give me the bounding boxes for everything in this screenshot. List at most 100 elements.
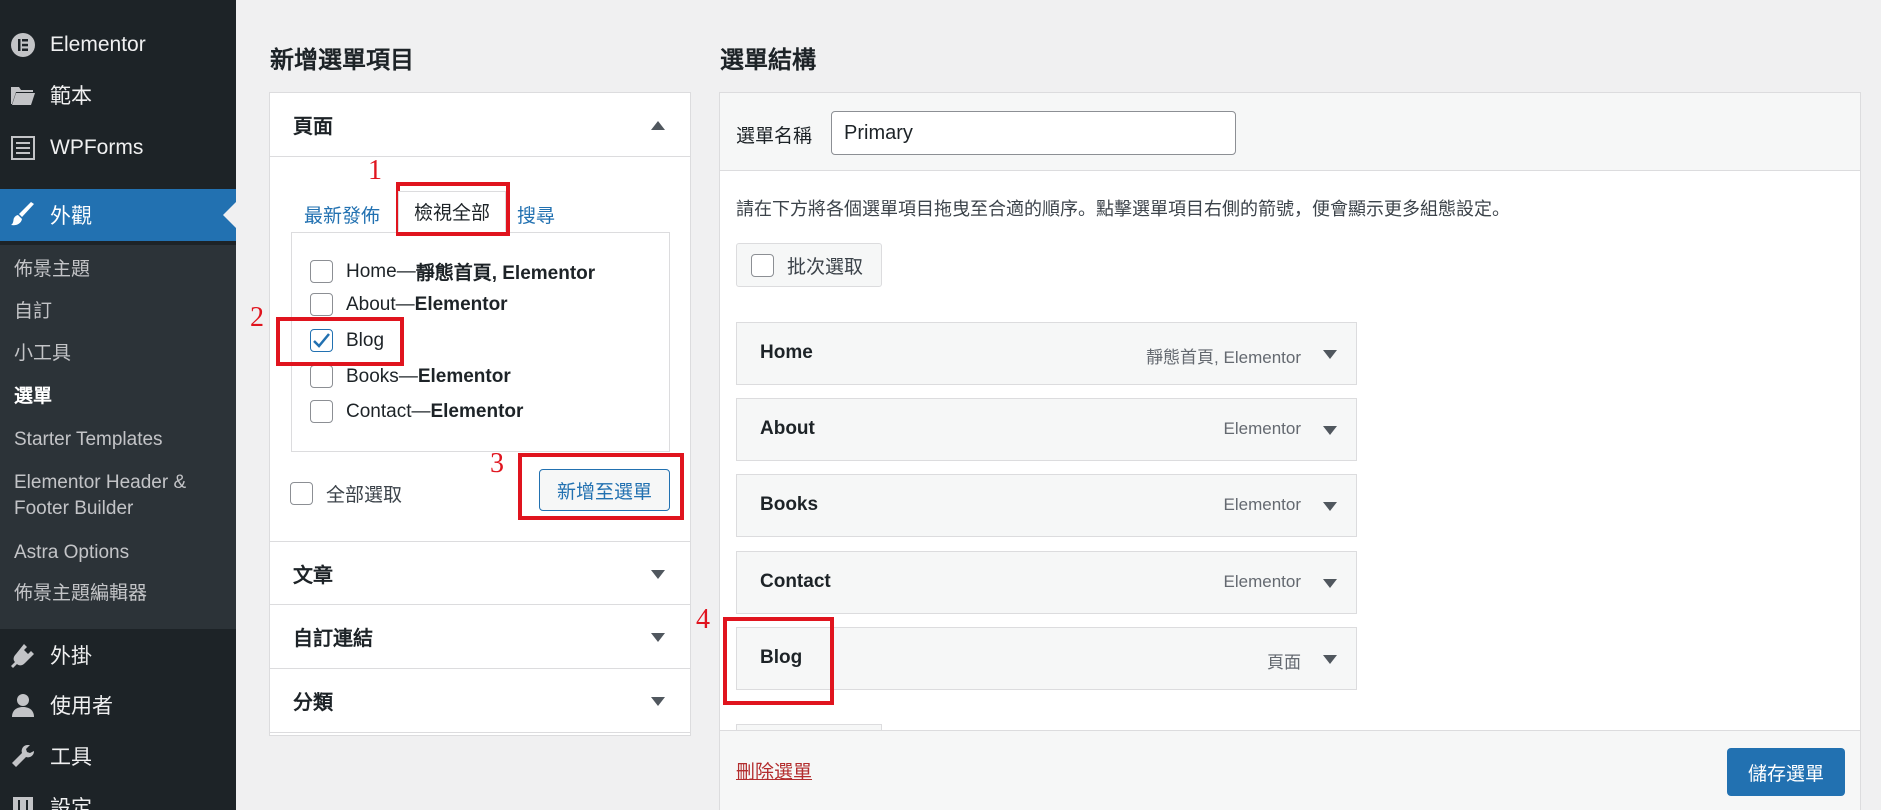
tab-most-recent[interactable]: 最新發佈 <box>304 201 380 228</box>
select-all-label: 全部選取 <box>326 485 403 506</box>
page-item-home[interactable]: Home — 靜態首頁, Elementor <box>310 258 595 285</box>
wpforms-icon <box>9 134 37 162</box>
page-name: Books <box>346 365 399 387</box>
menu-item-type: Elementor <box>1223 495 1301 514</box>
accordion-title: 自訂連結 <box>293 628 373 650</box>
sidebar-item-templates[interactable]: 範本 <box>0 70 236 120</box>
sidebar-item-label: Elementor <box>50 33 146 56</box>
accordion-posts-header[interactable]: 文章 <box>270 541 690 605</box>
elementor-icon <box>9 31 37 59</box>
menu-item-about[interactable]: About Elementor <box>736 398 1357 461</box>
sidebar-item-users[interactable]: 使用者 <box>0 680 236 730</box>
page-item-books[interactable]: Books — Elementor <box>310 365 511 388</box>
checkbox[interactable] <box>310 400 333 423</box>
accordion-pages-header[interactable]: 頁面 <box>270 93 690 157</box>
bulk-select-label: 批次選取 <box>787 256 864 278</box>
admin-sidebar: Elementor 範本 WPForms 外觀 佈景主題 自訂 小工具 選單 S… <box>0 0 236 810</box>
add-menu-items-heading: 新增選單項目 <box>270 47 414 74</box>
annotation-number: 4 <box>696 604 710 635</box>
menu-item-title: Home <box>760 342 813 363</box>
settings-icon <box>9 793 37 810</box>
sidebar-item-label: 外掛 <box>50 645 92 668</box>
submenu-item-starter-templates[interactable]: Starter Templates <box>14 427 224 453</box>
accordion-title: 文章 <box>293 564 333 587</box>
annotation-number: 1 <box>368 155 382 186</box>
chevron-down-icon <box>651 697 665 706</box>
submenu-item-customize[interactable]: 自訂 <box>14 299 224 325</box>
sidebar-item-plugins[interactable]: 外掛 <box>0 630 236 680</box>
checkbox[interactable] <box>310 260 333 283</box>
separator: — <box>398 365 418 387</box>
paintbrush-icon <box>9 201 37 229</box>
menu-item-books[interactable]: Books Elementor <box>736 474 1357 537</box>
chevron-down-icon[interactable] <box>1323 579 1337 588</box>
bulk-select-button[interactable]: 批次選取 <box>736 243 882 287</box>
menu-footer-bar <box>720 730 1860 810</box>
appearance-submenu: 佈景主題 自訂 小工具 選單 Starter Templates Element… <box>0 245 236 629</box>
menu-name-label: 選單名稱 <box>736 126 813 147</box>
chevron-up-icon <box>651 121 665 130</box>
submenu-item-theme-editor[interactable]: 佈景主題編輯器 <box>14 581 224 607</box>
submenu-item-widgets[interactable]: 小工具 <box>14 341 224 367</box>
annotation-box-2 <box>276 317 404 366</box>
menu-item-contact[interactable]: Contact Elementor <box>736 551 1357 614</box>
chevron-down-icon <box>651 570 665 579</box>
folder-icon <box>9 81 37 109</box>
page-item-contact[interactable]: Contact — Elementor <box>310 400 523 423</box>
user-icon <box>9 691 37 719</box>
menu-item-type: 靜態首頁, Elementor <box>1146 348 1301 367</box>
sidebar-item-elementor[interactable]: Elementor <box>0 20 236 70</box>
checkbox[interactable] <box>310 293 333 316</box>
menu-item-title: Contact <box>760 571 831 592</box>
submenu-item-themes[interactable]: 佈景主題 <box>14 257 224 283</box>
delete-menu-link[interactable]: 刪除選單 <box>736 757 812 784</box>
separator: — <box>396 260 416 282</box>
submenu-item-menus[interactable]: 選單 <box>14 384 224 410</box>
plugin-icon <box>9 641 37 669</box>
menu-structure-heading: 選單結構 <box>720 47 816 74</box>
accordion-title: 頁面 <box>293 116 333 138</box>
annotation-number: 2 <box>250 302 264 333</box>
menu-item-home[interactable]: Home 靜態首頁, Elementor <box>736 322 1357 385</box>
menu-item-type: Elementor <box>1223 419 1301 438</box>
checkbox[interactable] <box>310 365 333 388</box>
menu-item-type: 頁面 <box>1267 653 1301 672</box>
sidebar-item-wpforms[interactable]: WPForms <box>0 123 236 173</box>
chevron-down-icon[interactable] <box>1323 655 1337 664</box>
annotation-box-3 <box>518 453 684 520</box>
tab-search[interactable]: 搜尋 <box>517 201 555 228</box>
tab-view-all[interactable]: 檢視全部 <box>398 191 506 232</box>
sidebar-item-tools[interactable]: 工具 <box>0 731 236 781</box>
bulk-select-checkbox[interactable] <box>751 253 774 277</box>
sidebar-item-label: 設定 <box>50 797 92 810</box>
select-all-checkbox[interactable] <box>290 482 313 505</box>
accordion-title: 分類 <box>293 692 333 714</box>
submenu-item-astra-options[interactable]: Astra Options <box>14 540 224 566</box>
annotation-box-4 <box>723 617 834 705</box>
page-item-about[interactable]: About — Elementor <box>310 293 508 316</box>
menu-item-title: Books <box>760 494 819 515</box>
sidebar-item-label: 外觀 <box>50 205 92 228</box>
menu-item-title: About <box>760 418 815 439</box>
page-meta: Elementor <box>430 400 524 422</box>
menu-name-input[interactable]: Primary <box>831 111 1236 155</box>
submenu-item-header-footer-builder[interactable]: Elementor Header & Footer Builder <box>14 470 224 522</box>
accordion-categories-header[interactable]: 分類 <box>270 669 690 733</box>
drag-instructions: 請在下方將各個選單項目拖曳至合適的順序。點擊選單項目右側的箭號，便會顯示更多組態… <box>736 199 1510 219</box>
chevron-down-icon <box>651 633 665 642</box>
chevron-down-icon[interactable] <box>1323 426 1337 435</box>
menu-item-type: Elementor <box>1223 572 1301 591</box>
separator: — <box>411 400 431 422</box>
page-meta: Elementor <box>414 293 508 315</box>
select-all[interactable]: 全部選取 <box>290 480 402 507</box>
accordion-custom-links-header[interactable]: 自訂連結 <box>270 605 690 669</box>
chevron-down-icon[interactable] <box>1323 350 1337 359</box>
sidebar-item-settings[interactable]: 設定 <box>0 782 236 810</box>
chevron-down-icon[interactable] <box>1323 502 1337 511</box>
page-name: Home <box>346 260 397 282</box>
sidebar-item-appearance[interactable]: 外觀 <box>0 189 236 241</box>
sidebar-item-label: 使用者 <box>50 695 113 718</box>
page-name: About <box>346 293 396 315</box>
sidebar-item-label: WPForms <box>50 136 144 159</box>
save-menu-button[interactable]: 儲存選單 <box>1727 748 1845 796</box>
